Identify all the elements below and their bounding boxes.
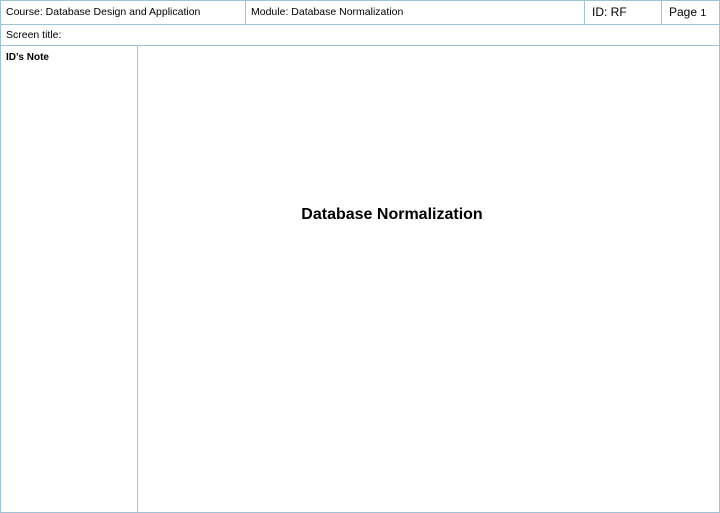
screen-title-row: Screen title: bbox=[1, 25, 719, 46]
main-heading: Database Normalization bbox=[301, 206, 483, 223]
page-label: Page bbox=[669, 5, 701, 19]
page-cell: Page 1 bbox=[662, 1, 719, 24]
storyboard-frame: Course: Database Design and Application … bbox=[0, 0, 720, 513]
module-cell: Module: Database Normalization bbox=[246, 1, 585, 24]
course-cell: Course: Database Design and Application bbox=[1, 1, 246, 24]
id-notes-panel: ID’s Note bbox=[1, 46, 138, 512]
notes-heading: ID’s Note bbox=[6, 52, 49, 63]
header-row: Course: Database Design and Application … bbox=[1, 1, 719, 25]
id-cell: ID: RF bbox=[585, 1, 662, 24]
main-content: Database Normalization bbox=[139, 46, 719, 512]
page-number: 1 bbox=[700, 7, 707, 19]
